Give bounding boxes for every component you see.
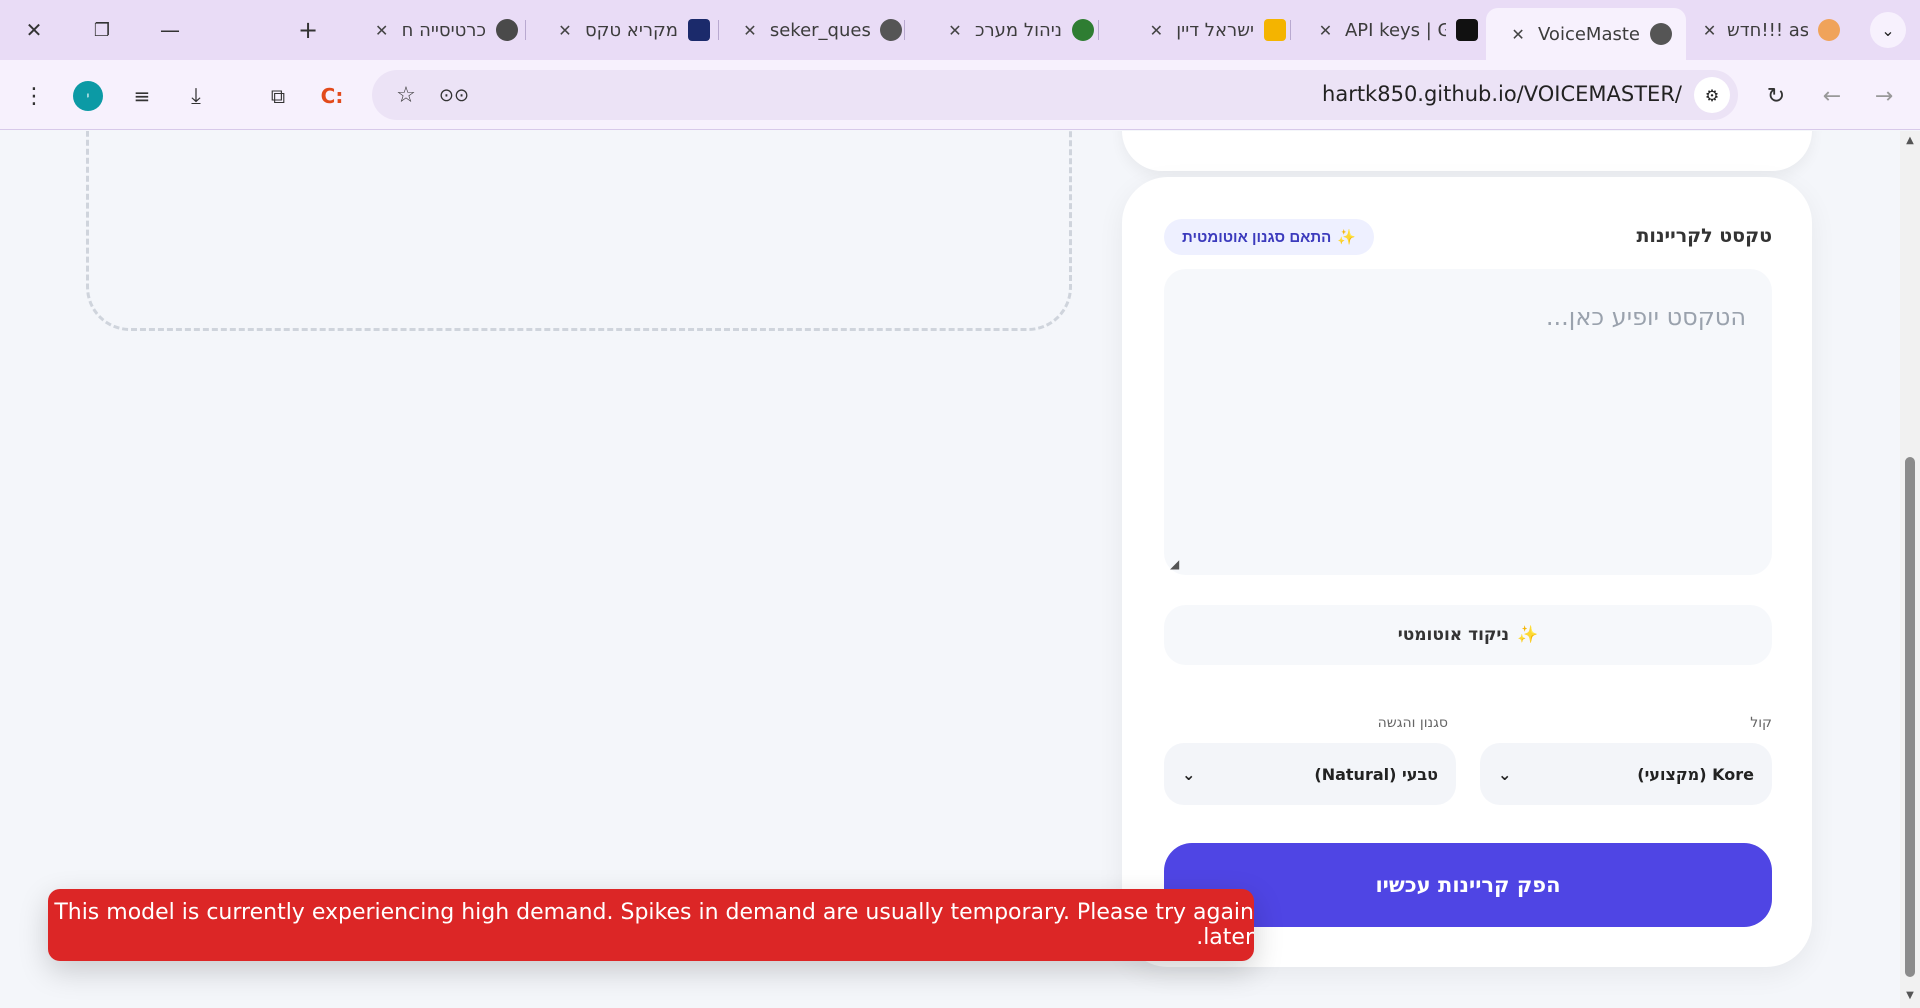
- tab-close-icon[interactable]: ✕: [555, 21, 575, 40]
- auto-style-button[interactable]: ✨ התאם סגנון אוטומטית: [1164, 219, 1374, 255]
- tab-2[interactable]: מקריא טקס ✕: [534, 10, 724, 50]
- address-bar[interactable]: ☆ ⊙⊙ hartk850.github.io/VOICEMASTER/ ⚙: [372, 70, 1738, 120]
- tab-divider: [904, 20, 905, 40]
- portrait-icon: [688, 19, 710, 41]
- new-tab-icon[interactable]: +: [286, 12, 330, 48]
- tab-close-icon[interactable]: ✕: [945, 21, 965, 40]
- tab-5[interactable]: ישראל דיין ✕: [1110, 10, 1300, 50]
- voice-select[interactable]: Kore (מקצועי) ⌄: [1480, 743, 1772, 805]
- scroll-thumb[interactable]: [1905, 457, 1915, 977]
- star-icon: [1818, 19, 1840, 41]
- tab-divider: [1098, 20, 1099, 40]
- upload-dropzone[interactable]: [86, 131, 1072, 331]
- openai-icon: [1456, 19, 1478, 41]
- chrome-icon: [496, 19, 518, 41]
- extension-c-icon[interactable]: C:: [314, 78, 350, 114]
- browser-toolbar: ⋮ י ≡ ⤓ ⧉ C: ☆ ⊙⊙ hartk850.github.io/VOI…: [0, 60, 1920, 130]
- globe-icon: [880, 19, 902, 41]
- page-content: טקסט לקריינות ✨ התאם סגנון אוטומטית ◢ ✨ …: [0, 131, 1900, 1008]
- tab-3[interactable]: seker_ques ✕: [726, 10, 916, 50]
- reload-icon[interactable]: ↻: [1758, 78, 1794, 114]
- tab-close-icon[interactable]: ✕: [1316, 21, 1335, 40]
- chevron-down-icon: ⌄: [1498, 764, 1512, 784]
- tab-close-icon[interactable]: ✕: [740, 21, 760, 40]
- tab-divider: [525, 20, 526, 40]
- extensions-puzzle-icon[interactable]: ⧉: [260, 78, 296, 114]
- auto-niqud-button[interactable]: ✨ ניקוד אוטומטי: [1164, 605, 1772, 665]
- restore-window-icon[interactable]: ❐: [80, 12, 124, 48]
- tab-close-icon[interactable]: ✕: [1508, 25, 1528, 44]
- previous-card: [1122, 131, 1812, 171]
- error-toast: This model is currently experiencing hig…: [48, 889, 1254, 961]
- tab-search-chevron-icon[interactable]: ⌄: [1870, 12, 1906, 48]
- menu-kebab-icon[interactable]: ⋮: [16, 78, 52, 114]
- scroll-up-arrow-icon[interactable]: ▲: [1900, 135, 1920, 151]
- style-select[interactable]: טבעי (Natural) ⌄: [1164, 743, 1456, 805]
- close-window-icon[interactable]: ✕: [12, 12, 56, 48]
- style-label: סגנון והגשה: [1377, 715, 1448, 731]
- scroll-down-arrow-icon[interactable]: ▼: [1900, 990, 1920, 1006]
- url-text[interactable]: hartk850.github.io/VOICEMASTER/: [1322, 82, 1682, 106]
- tab-close-icon[interactable]: ✕: [1146, 21, 1166, 40]
- sparkle-icon: ✨: [1517, 625, 1539, 645]
- tab-strip: ✕ ❐ — + כרטיסייה ח ✕ מקריא טקס ✕ seker_q…: [0, 0, 1920, 60]
- card-title: טקסט לקריינות: [1636, 225, 1772, 247]
- tab-6[interactable]: API keys | G ✕: [1302, 10, 1492, 50]
- tab-close-icon[interactable]: ✕: [1702, 21, 1717, 40]
- download-icon[interactable]: ⤓: [178, 78, 214, 114]
- media-playlist-icon[interactable]: ≡: [124, 78, 160, 114]
- page-scrollbar[interactable]: ▲ ▼: [1900, 131, 1920, 1008]
- tab-8[interactable]: חדש!!! aster ✕: [1688, 10, 1854, 50]
- minimize-window-icon[interactable]: —: [148, 12, 192, 48]
- badge-icon: [1072, 19, 1094, 41]
- site-settings-icon[interactable]: ⚙: [1694, 77, 1730, 113]
- tab-1[interactable]: כרטיסייה ח ✕: [342, 10, 532, 50]
- chevron-down-icon: ⌄: [1182, 764, 1196, 784]
- tab-4[interactable]: ניהול מערכ ✕: [918, 10, 1108, 50]
- tab-divider: [718, 20, 719, 40]
- sparkle-icon: ✨: [1337, 229, 1356, 246]
- voice-label: קול: [1750, 715, 1772, 731]
- incognito-glasses-icon[interactable]: ⊙⊙: [436, 77, 472, 113]
- slides-icon: [1264, 19, 1286, 41]
- narration-text-input[interactable]: [1164, 269, 1772, 575]
- generate-narration-button[interactable]: הפק קריינות עכשיו: [1164, 843, 1772, 927]
- tab-divider: [1290, 20, 1291, 40]
- forward-arrow-icon[interactable]: →: [1866, 78, 1902, 114]
- globe-icon: [1650, 23, 1672, 45]
- tab-voicemaster-active[interactable]: VoiceMaste ✕: [1486, 8, 1686, 60]
- tab-close-icon[interactable]: ✕: [372, 21, 392, 40]
- bookmark-star-icon[interactable]: ☆: [388, 77, 424, 113]
- profile-avatar[interactable]: י: [70, 78, 106, 114]
- back-arrow-icon[interactable]: ←: [1814, 78, 1850, 114]
- resize-grip-icon[interactable]: ◢: [1170, 557, 1179, 571]
- narration-card: טקסט לקריינות ✨ התאם סגנון אוטומטית ◢ ✨ …: [1122, 177, 1812, 967]
